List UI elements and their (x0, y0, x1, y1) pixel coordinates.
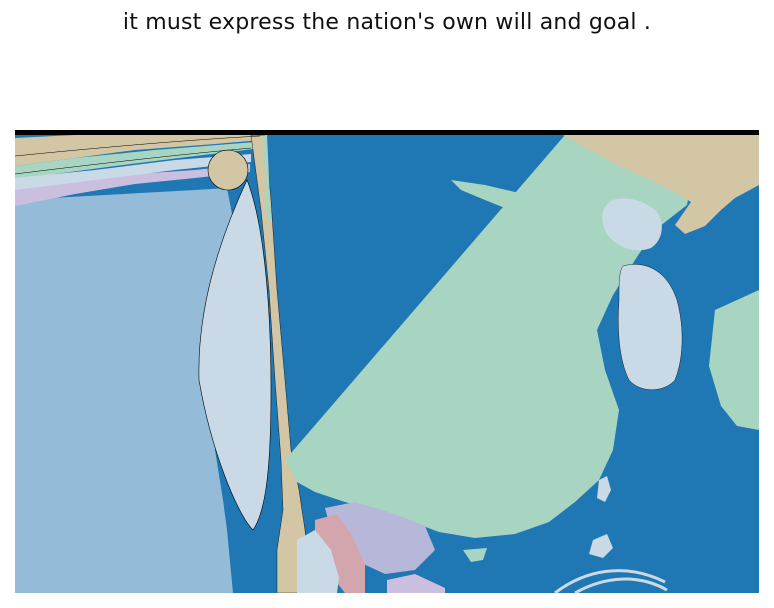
map-panel (15, 130, 759, 593)
caption-text: it must express the nation's own will an… (122, 10, 652, 35)
tan-circle (207, 149, 249, 191)
map-canvas (15, 130, 759, 593)
map-top-border (15, 130, 759, 135)
